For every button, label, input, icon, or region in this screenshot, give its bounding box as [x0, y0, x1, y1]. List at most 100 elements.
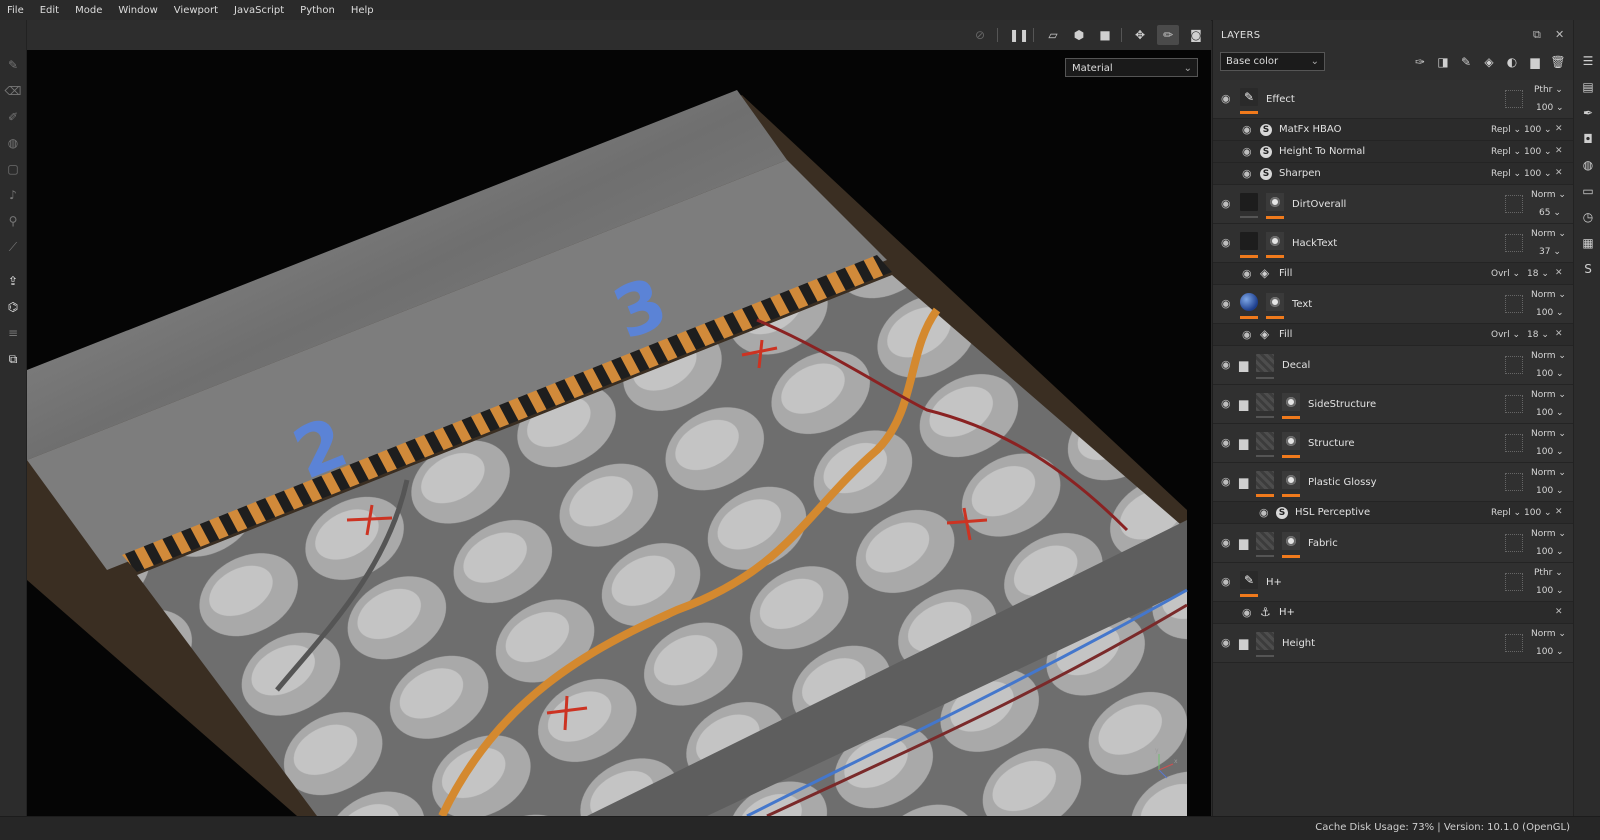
- visibility-eye-icon[interactable]: ◉: [1242, 146, 1256, 157]
- blend-mode[interactable]: Norm ⌄: [1531, 229, 1566, 239]
- effect-fill[interactable]: ◉ ◈ Fill Ovrl ⌄ 18 ⌄ ✕: [1213, 263, 1573, 285]
- remove-effect-icon[interactable]: ✕: [1555, 507, 1563, 517]
- blend-mode[interactable]: Norm ⌄: [1531, 390, 1566, 400]
- opacity-value[interactable]: 100 ⌄: [1524, 125, 1552, 135]
- visibility-eye-icon[interactable]: ◉: [1221, 298, 1235, 309]
- effect-anchor-h-plus[interactable]: ◉ ⚓ H+ ✕: [1213, 602, 1573, 624]
- opacity-value[interactable]: 100 ⌄: [1536, 369, 1564, 379]
- blend-mode[interactable]: Norm ⌄: [1531, 190, 1566, 200]
- blend-mode[interactable]: Pthr ⌄: [1534, 85, 1563, 95]
- add-mask-icon[interactable]: ◨: [1435, 54, 1451, 70]
- opacity-value[interactable]: 37 ⌄: [1539, 247, 1561, 257]
- viewport-display-select[interactable]: Material ⌄: [1065, 58, 1198, 77]
- blend-mode[interactable]: Norm ⌄: [1531, 290, 1566, 300]
- blend-mode[interactable]: Norm ⌄: [1531, 468, 1566, 478]
- remove-effect-icon[interactable]: ✕: [1555, 124, 1563, 134]
- mask-thumbnail[interactable]: [1266, 293, 1284, 311]
- color-picker-tool-icon[interactable]: ⟋: [4, 238, 22, 256]
- opacity-value[interactable]: 100 ⌄: [1524, 508, 1552, 518]
- screenshot-tool-icon[interactable]: ⧉: [4, 350, 22, 368]
- blend-mode[interactable]: Ovrl ⌄: [1491, 269, 1520, 279]
- mask-thumbnail[interactable]: [1282, 532, 1300, 550]
- blend-mode[interactable]: Norm ⌄: [1531, 529, 1566, 539]
- layer-text[interactable]: ◉ Text Norm ⌄ 100 ⌄: [1213, 285, 1573, 324]
- mask-thumbnail[interactable]: [1282, 393, 1300, 411]
- float-panel-icon[interactable]: ⧉: [1533, 28, 1541, 42]
- visibility-eye-icon[interactable]: ◉: [1242, 124, 1256, 135]
- opacity-value[interactable]: 100 ⌄: [1524, 169, 1552, 179]
- layers-dock-icon[interactable]: ☰: [1580, 53, 1596, 69]
- opacity-value[interactable]: 100 ⌄: [1536, 647, 1564, 657]
- layer-sidestructure[interactable]: ◉ ▆ SideStructure Norm ⌄ 100 ⌄: [1213, 385, 1573, 424]
- menu-mode[interactable]: Mode: [68, 5, 111, 16]
- add-fill-layer-icon[interactable]: ◈: [1481, 54, 1497, 70]
- projection-tool-icon[interactable]: ✐: [4, 108, 22, 126]
- opacity-value[interactable]: 100 ⌄: [1536, 547, 1564, 557]
- effect-matfx-hbao[interactable]: ◉ S MatFx HBAO Repl ⌄ 100 ⌄ ✕: [1213, 119, 1573, 141]
- eraser-tool-icon[interactable]: ⌫: [4, 82, 22, 100]
- texture-set-icon[interactable]: ▤: [1580, 79, 1596, 95]
- mesh-tool-icon[interactable]: ⌬: [4, 298, 22, 316]
- layer-stack-tool-icon[interactable]: ≡: [4, 324, 22, 342]
- mask-thumbnail[interactable]: [1282, 432, 1300, 450]
- visibility-eye-icon[interactable]: ◉: [1221, 398, 1235, 409]
- opacity-value[interactable]: 100 ⌄: [1536, 586, 1564, 596]
- visibility-eye-icon[interactable]: ◉: [1242, 168, 1256, 179]
- blend-mode[interactable]: Norm ⌄: [1531, 429, 1566, 439]
- add-paint-layer-icon[interactable]: ✎: [1458, 54, 1474, 70]
- substance-icon[interactable]: S: [1580, 261, 1596, 277]
- paint-mode-icon[interactable]: ✏: [1157, 25, 1179, 45]
- symmetry-icon[interactable]: ✥: [1131, 27, 1149, 43]
- menu-window[interactable]: Window: [111, 5, 166, 16]
- menu-file[interactable]: File: [0, 5, 33, 16]
- opacity-value[interactable]: 100 ⌄: [1524, 147, 1552, 157]
- menu-viewport[interactable]: Viewport: [167, 5, 227, 16]
- blend-mode[interactable]: Repl ⌄: [1491, 147, 1521, 157]
- log-icon[interactable]: ▦: [1580, 235, 1596, 251]
- remove-effect-icon[interactable]: ✕: [1555, 146, 1563, 156]
- folder-icon[interactable]: ▆: [1239, 359, 1253, 371]
- layer-decal[interactable]: ◉ ▆ Decal Norm ⌄ 100 ⌄: [1213, 346, 1573, 385]
- camera-video-icon[interactable]: ■: [1096, 27, 1114, 43]
- menu-help[interactable]: Help: [344, 5, 383, 16]
- layer-hacktext[interactable]: ◉ HackText Norm ⌄ 37 ⌄: [1213, 224, 1573, 263]
- layer-structure[interactable]: ◉ ▆ Structure Norm ⌄ 100 ⌄: [1213, 424, 1573, 463]
- folder-icon[interactable]: ▆: [1239, 537, 1253, 549]
- remove-effect-icon[interactable]: ✕: [1555, 329, 1563, 339]
- paint-brush-tool-icon[interactable]: ✎: [4, 56, 22, 74]
- folder-icon[interactable]: ▆: [1239, 476, 1253, 488]
- folder-icon[interactable]: ▆: [1239, 437, 1253, 449]
- opacity-value[interactable]: 100 ⌄: [1536, 447, 1564, 457]
- visibility-eye-icon[interactable]: ◉: [1221, 637, 1235, 648]
- camera-snapshot-icon[interactable]: ◙: [1187, 27, 1205, 43]
- visibility-eye-icon[interactable]: ◉: [1242, 329, 1256, 340]
- layer-plastic-glossy[interactable]: ◉ ▆ Plastic Glossy Norm ⌄ 100 ⌄: [1213, 463, 1573, 502]
- effect-height-to-normal[interactable]: ◉ S Height To Normal Repl ⌄ 100 ⌄ ✕: [1213, 141, 1573, 163]
- folder-icon[interactable]: ▆: [1239, 637, 1253, 649]
- menu-python[interactable]: Python: [293, 5, 344, 16]
- smudge-tool-icon[interactable]: ♪: [4, 186, 22, 204]
- blend-mode[interactable]: Pthr ⌄: [1534, 568, 1563, 578]
- effect-fill[interactable]: ◉ ◈ Fill Ovrl ⌄ 18 ⌄ ✕: [1213, 324, 1573, 346]
- remove-effect-icon[interactable]: ✕: [1555, 268, 1563, 278]
- visibility-eye-icon[interactable]: ◉: [1221, 93, 1235, 104]
- visibility-eye-icon[interactable]: ◉: [1221, 359, 1235, 370]
- remove-effect-icon[interactable]: ✕: [1555, 168, 1563, 178]
- visibility-eye-icon[interactable]: ◉: [1242, 607, 1256, 618]
- layer-dirtoverall[interactable]: ◉ DirtOverall Norm ⌄ 65 ⌄: [1213, 185, 1573, 224]
- clone-stamp-tool-icon[interactable]: ⚲: [4, 212, 22, 230]
- properties-icon[interactable]: ✒: [1580, 105, 1596, 121]
- effect-hsl-perceptive[interactable]: ◉ S HSL Perceptive Repl ⌄ 100 ⌄ ✕: [1213, 502, 1573, 524]
- visibility-eye-icon[interactable]: ◉: [1259, 507, 1273, 518]
- visibility-eye-icon[interactable]: ◉: [1221, 476, 1235, 487]
- effect-sharpen[interactable]: ◉ S Sharpen Repl ⌄ 100 ⌄ ✕: [1213, 163, 1573, 185]
- history-icon[interactable]: ◷: [1580, 209, 1596, 225]
- opacity-value[interactable]: 18 ⌄: [1527, 269, 1549, 279]
- blend-mode[interactable]: Repl ⌄: [1491, 125, 1521, 135]
- selection-frame-icon[interactable]: ▱: [1044, 27, 1062, 43]
- delete-layer-icon[interactable]: 🗑: [1550, 54, 1566, 70]
- mask-thumbnail[interactable]: [1266, 232, 1284, 250]
- layer-fabric[interactable]: ◉ ▆ Fabric Norm ⌄ 100 ⌄: [1213, 524, 1573, 563]
- layer-effect[interactable]: ◉ ✎ Effect Pthr ⌄ 100 ⌄: [1213, 80, 1573, 119]
- visibility-eye-icon[interactable]: ◉: [1221, 198, 1235, 209]
